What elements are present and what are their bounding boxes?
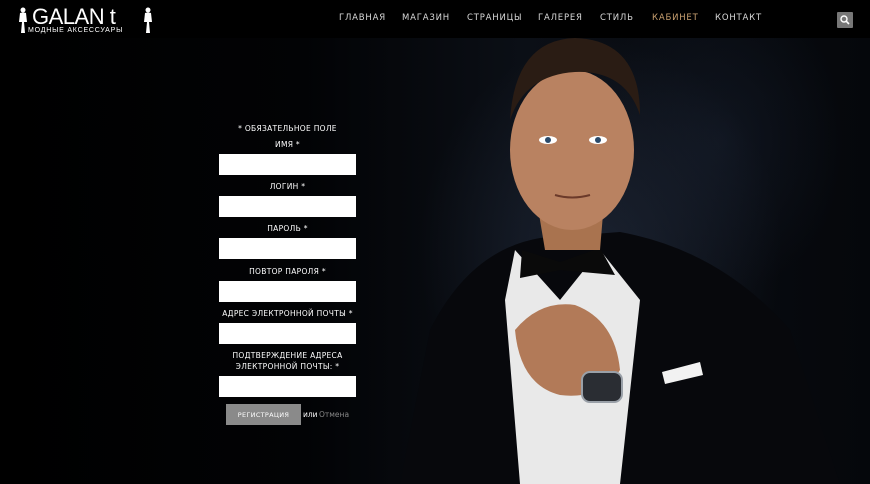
silhouette-icon — [144, 7, 152, 33]
site-header: GALAN t МОДНЫЕ АКСЕССУАРЫ ГЛАВНАЯ МАГАЗИ… — [0, 0, 870, 38]
login-label: ЛОГИН * — [269, 182, 306, 191]
nav-item-home[interactable]: ГЛАВНАЯ — [339, 13, 386, 23]
email-label: АДРЕС ЭЛЕКТРОННОЙ ПОЧТЫ * — [222, 309, 353, 318]
register-button[interactable]: РЕГИСТРАЦИЯ — [226, 404, 301, 425]
nav-item-contact[interactable]: КОНТАКТ — [715, 13, 762, 23]
email-field[interactable] — [219, 323, 356, 344]
required-note: * ОБЯЗАТЕЛЬНОЕ ПОЛЕ — [238, 124, 337, 133]
silhouette-icon — [19, 7, 27, 33]
email-confirm-field[interactable] — [219, 376, 356, 397]
name-field[interactable] — [219, 154, 356, 175]
brand-name: GALAN t — [32, 4, 116, 29]
hero-photo — [400, 38, 840, 484]
login-field[interactable] — [219, 196, 356, 217]
nav-item-cabinet[interactable]: КАБИНЕТ — [652, 13, 699, 23]
search-icon — [840, 15, 850, 25]
password-repeat-label: ПОВТОР ПАРОЛЯ * — [249, 267, 326, 276]
cancel-link[interactable]: Отмена — [319, 410, 349, 419]
email-confirm-label: ПОДТВЕРЖДЕНИЕ АДРЕСА ЭЛЕКТРОННОЙ ПОЧТЫ: … — [232, 351, 343, 371]
nav-item-gallery[interactable]: ГАЛЕРЕЯ — [538, 13, 583, 23]
brand-tagline: МОДНЫЕ АКСЕССУАРЫ — [28, 27, 124, 34]
brand-logo[interactable]: GALAN t МОДНЫЕ АКСЕССУАРЫ — [18, 6, 158, 36]
nav-item-style[interactable]: СТИЛЬ — [600, 13, 634, 23]
nav-item-pages[interactable]: СТРАНИЦЫ — [467, 13, 522, 23]
or-text: или — [303, 410, 318, 419]
nav-item-shop[interactable]: МАГАЗИН — [402, 13, 450, 23]
search-button[interactable] — [837, 12, 853, 28]
name-label: ИМЯ * — [275, 140, 300, 149]
password-repeat-field[interactable] — [219, 281, 356, 302]
password-field[interactable] — [219, 238, 356, 259]
password-label: ПАРОЛЬ * — [267, 224, 308, 233]
